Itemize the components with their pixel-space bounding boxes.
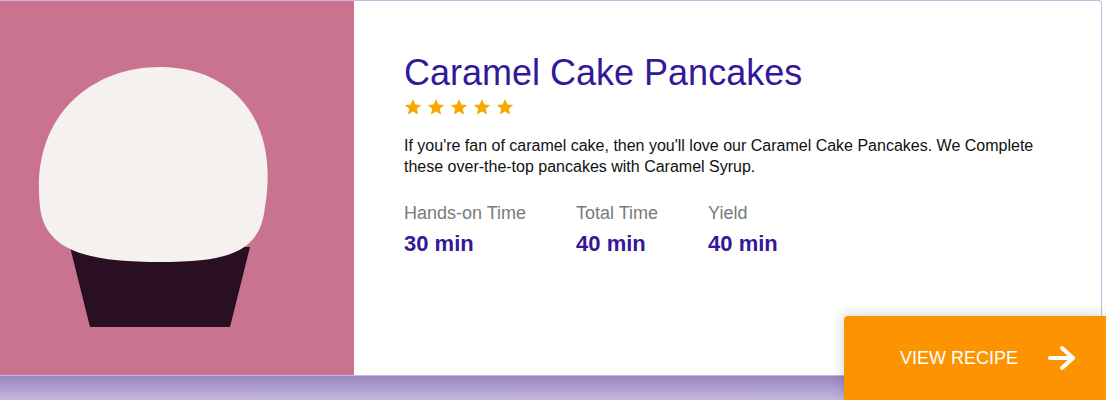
button-label: VIEW RECIPE (900, 345, 1018, 372)
arrow-right-icon (1048, 346, 1076, 370)
star-icon (473, 98, 491, 116)
stat-value: 40 min (708, 231, 778, 257)
stat-item: Yield 40 min (708, 202, 778, 258)
star-icon (450, 98, 468, 116)
star-icon (404, 98, 422, 116)
star-icon (496, 98, 514, 116)
star-icon (427, 98, 445, 116)
view-recipe-button[interactable]: VIEW RECIPE (844, 316, 1106, 400)
stat-label: Yield (708, 202, 778, 225)
recipe-description: If you're fan of caramel cake, then you'… (404, 136, 1054, 178)
stat-label: Hands-on Time (404, 202, 526, 225)
recipe-photo (0, 1, 354, 375)
stat-item: Total Time 40 min (576, 202, 658, 258)
stat-value: 40 min (576, 231, 658, 257)
recipe-title: Caramel Cake Pancakes (404, 51, 1061, 94)
recipe-stats: Hands-on Time30 minTotal Time40 minYield… (404, 202, 1061, 258)
cupcake-icon (30, 57, 270, 327)
stat-value: 30 min (404, 231, 526, 257)
stat-item: Hands-on Time 30 min (404, 202, 526, 258)
stat-label: Total Time (576, 202, 658, 225)
star-rating (404, 98, 1061, 116)
